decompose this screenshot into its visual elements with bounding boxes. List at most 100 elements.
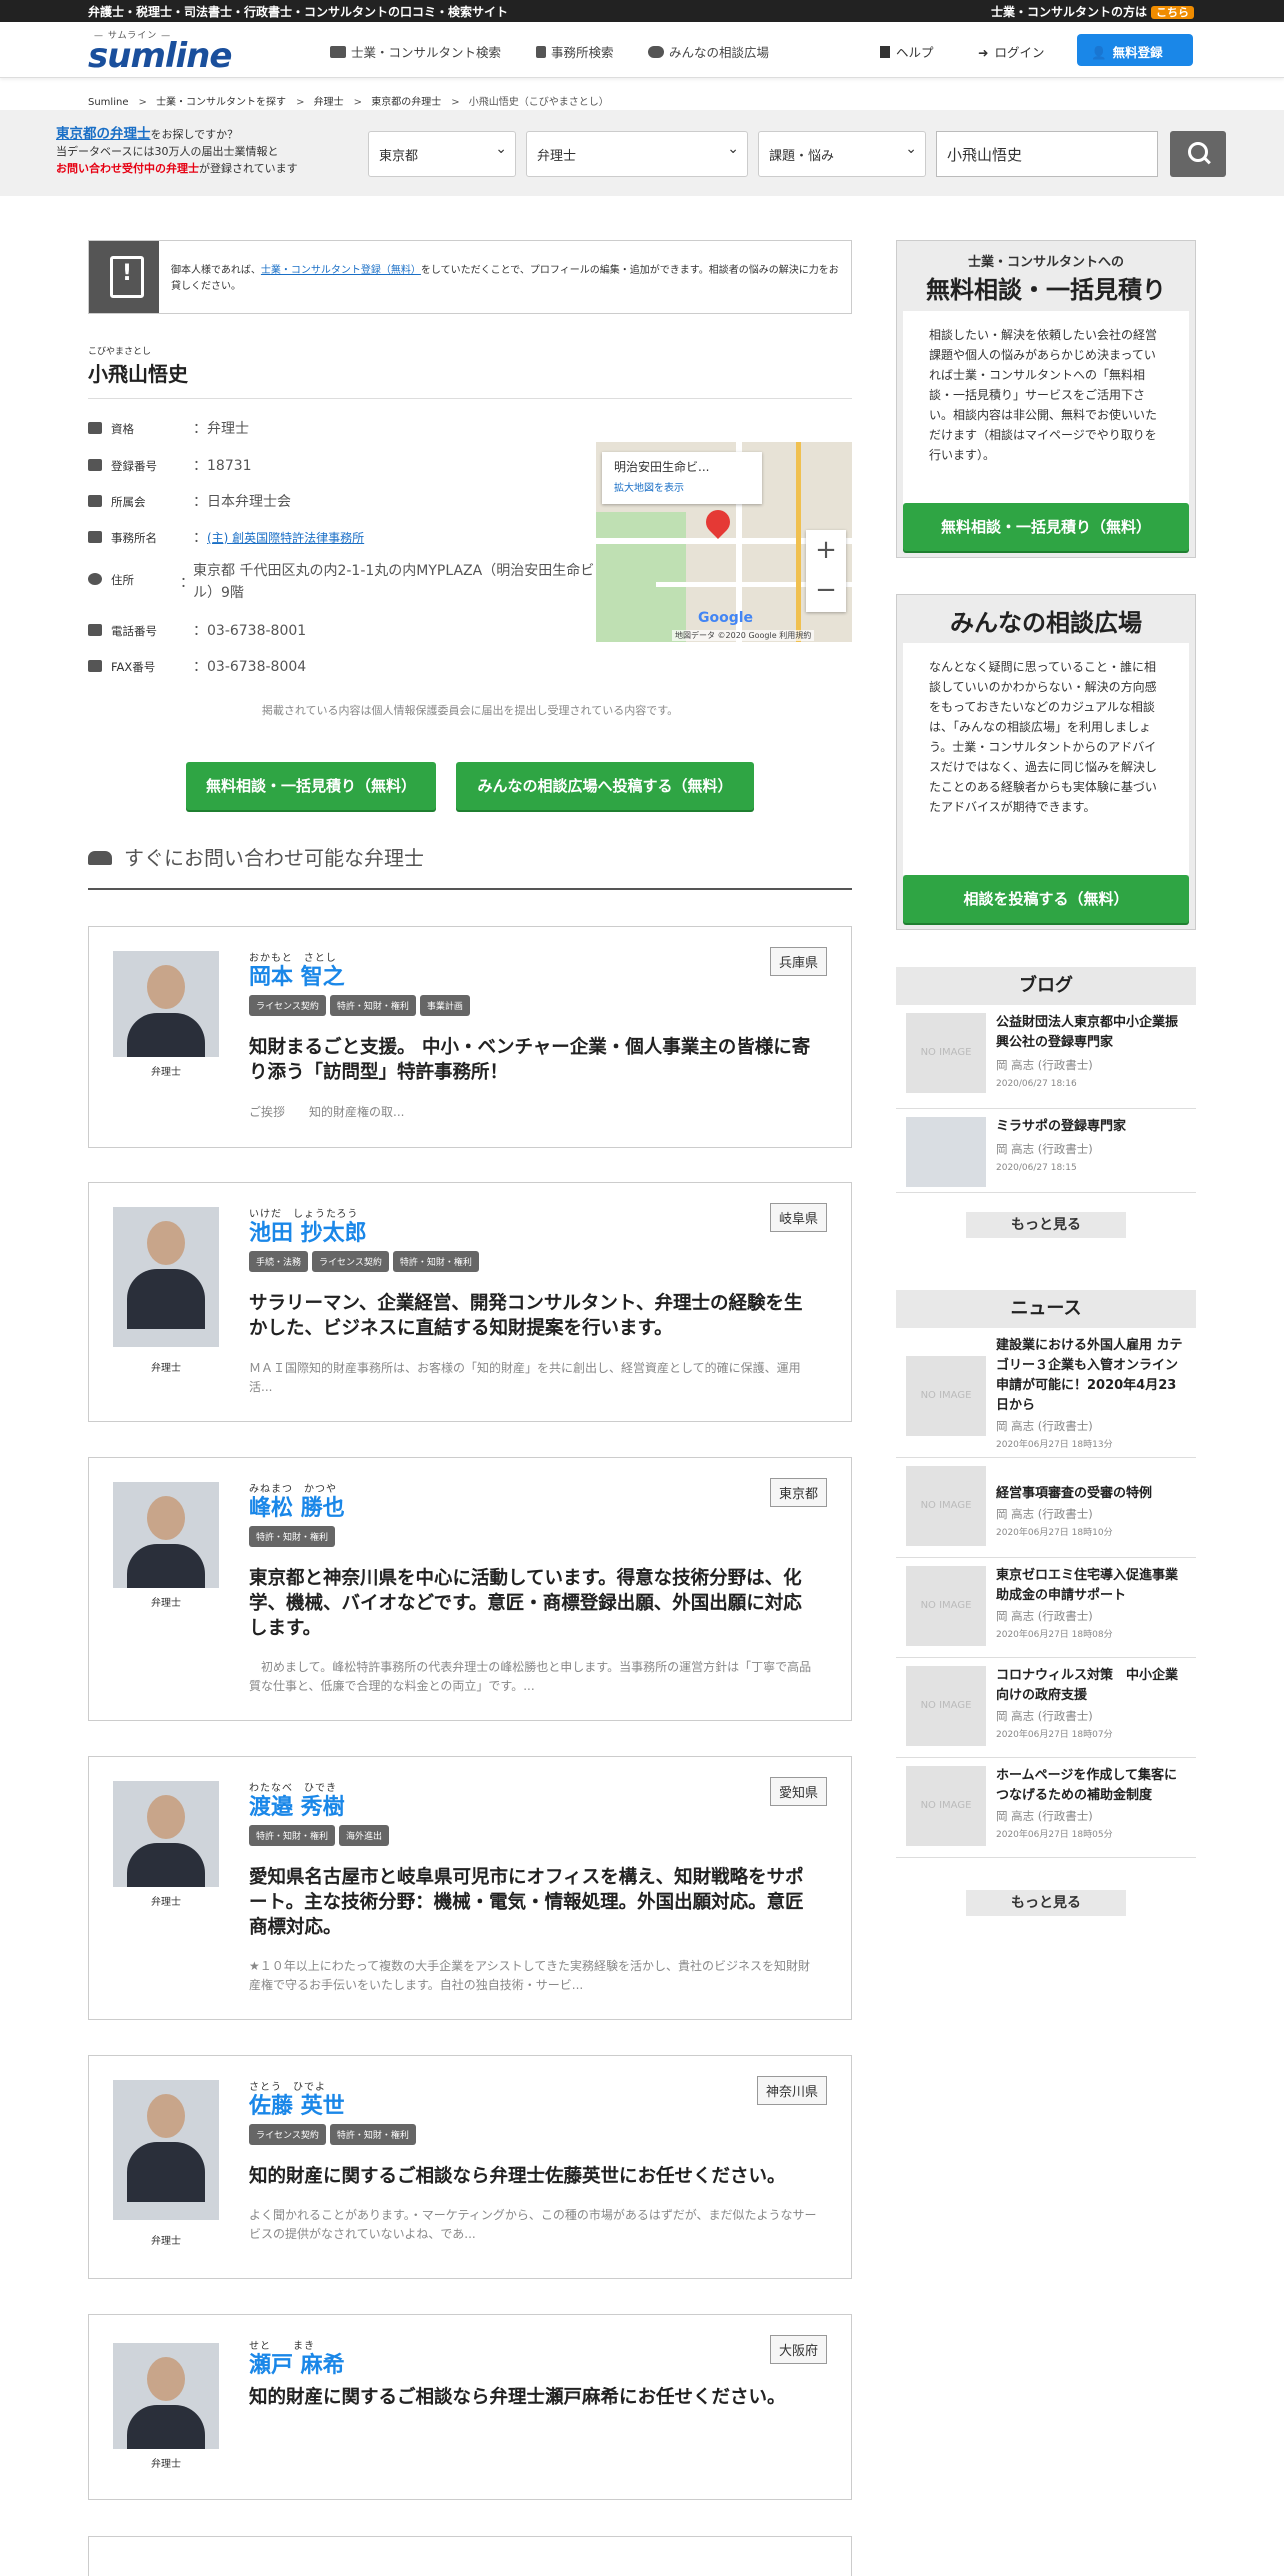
prefecture-badge: 兵庫県 — [769, 947, 827, 976]
breadcrumb-home[interactable]: Sumline — [88, 97, 128, 108]
topic-select[interactable]: 課題・悩み — [758, 131, 926, 177]
here-badge[interactable]: こちら — [1151, 6, 1194, 19]
attorney-name[interactable]: 瀬戸 麻希 — [249, 2347, 345, 2379]
attorney-card[interactable]: 弁理士 さとう ひでよ 佐藤 英世 神奈川県 ライセンス契約 特許・知財・権利 知… — [88, 2055, 852, 2279]
attorney-headline: 知財まるごと支援。 中小・ベンチャー企業・個人事業主の皆様に寄り添う「訪問型」特… — [249, 1037, 811, 1083]
attorney-name[interactable]: 池田 抄太郎 — [249, 1215, 367, 1247]
profile-name: 小飛山悟史 — [88, 362, 188, 386]
prefecture-badge: 岐阜県 — [769, 1203, 827, 1232]
tag: ライセンス契約 — [312, 1251, 389, 1272]
tokyo-attorney-link[interactable]: 東京都の弁理士 — [56, 126, 151, 142]
login-button[interactable]: ➜ ログイン — [964, 34, 1059, 66]
people-icon — [330, 46, 346, 58]
no-image-thumbnail: NO IMAGE — [906, 1466, 986, 1546]
divider — [88, 398, 852, 399]
phone-icon — [88, 624, 102, 636]
profile-ruby: こびやまさとし — [88, 347, 152, 357]
building-icon — [88, 531, 102, 543]
map-zoom-control[interactable]: + − — [806, 530, 846, 612]
phone-row: 電話番号 ：03-6738-8001 — [88, 620, 306, 640]
enlarge-map-link[interactable]: 拡大地図を表示 — [614, 479, 750, 494]
attorney-description: 初めまして。峰松特許事務所の代表弁理士の峰松勝也と申します。当事務所の運営方針は… — [249, 1660, 812, 1693]
attorney-photo — [113, 1207, 219, 1347]
news-heading: ニュース — [896, 1290, 1196, 1328]
attorney-photo — [113, 2080, 219, 2220]
prefecture-select[interactable]: 東京都 — [368, 131, 516, 177]
attorney-name[interactable]: 渡邉 秀樹 — [249, 1789, 345, 1821]
blog-item[interactable]: NO IMAGE 公益財団法人東京都中小企業振興公社の登録専門家 岡 高志 (行… — [896, 1005, 1196, 1109]
attorney-headline: 知的財産に関するご相談なら弁理士瀬戸麻希にお任せください。 — [249, 2387, 786, 2408]
register-button[interactable]: 👤 無料登録 — [1077, 34, 1193, 66]
association-row: 所属会 ：日本弁理士会 — [88, 491, 291, 511]
attorney-card[interactable] — [88, 2536, 852, 2576]
office-map[interactable]: 明治安田生命ビ... 拡大地図を表示 + − Google 地図データ ©2020 … — [596, 442, 852, 642]
no-image-thumbnail: NO IMAGE — [906, 1356, 986, 1436]
map-pin-icon — [701, 505, 735, 539]
search-button[interactable] — [1170, 131, 1226, 177]
blog-more-button[interactable]: もっと見る — [966, 1212, 1126, 1238]
help-button[interactable]: ヘルプ — [866, 34, 948, 66]
attorney-description: ★１０年以上にわたって複数の大手企業をアシストしてきた実務経験を活かし、貴社のビ… — [249, 1959, 810, 1992]
news-more-button[interactable]: もっと見る — [966, 1890, 1126, 1916]
alert-icon — [89, 241, 159, 313]
attorney-photo — [113, 2343, 219, 2449]
user-plus-icon: 👤 — [1091, 45, 1107, 60]
chat-icon — [648, 46, 664, 58]
site-header: — サムライン — sumline 士業・コンサルタント検索 事務所検索 みんな… — [0, 22, 1284, 78]
estimate-button[interactable]: 無料相談・一括見積り（無料） — [186, 762, 436, 810]
map-popup: 明治安田生命ビ... 拡大地図を表示 — [602, 452, 762, 504]
attorney-card[interactable]: 弁理士 いけだ しょうたろう 池田 抄太郎 岐阜県 手続・法務 ライセンス契約 特許… — [88, 1182, 852, 1422]
search-input[interactable]: 小飛山悟史 — [936, 131, 1158, 177]
profession-select[interactable]: 弁理士 — [526, 131, 748, 177]
attorney-name[interactable]: 峰松 勝也 — [249, 1490, 345, 1522]
breadcrumb-tokyo[interactable]: 東京都の弁理士 — [371, 97, 441, 108]
forum-post-button[interactable]: みんなの相談広場へ投稿する（無料） — [456, 762, 754, 810]
attorney-headline: 愛知県名古屋市と岐阜県可児市にオフィスを構え、知財戦略をサポート。主な技術分野：… — [249, 1867, 804, 1938]
news-item[interactable]: NO IMAGE コロナウィルス対策 中小企業向けの政府支援 岡 高志 (行政書… — [896, 1658, 1196, 1758]
blog-heading: ブログ — [896, 967, 1196, 1005]
attorney-card[interactable]: 弁理士 おかもと さとし 岡本 智之 兵庫県 ライセンス契約 特許・知財・権利 事業… — [88, 926, 852, 1148]
group-icon — [88, 495, 102, 507]
news-item[interactable]: NO IMAGE ホームページを作成して集客につなげるための補助金制度 岡 高志… — [896, 1758, 1196, 1858]
tag: 手続・法務 — [249, 1251, 309, 1272]
attorney-description: ＭＡＩ国際知的財産事務所は、お客様の「知的財産」を共に創出し、経営資産として的確… — [249, 1361, 801, 1394]
news-item[interactable]: NO IMAGE 東京ゼロエミ住宅導入促進事業 助成金の申請サポート 岡 高志 … — [896, 1558, 1196, 1658]
sumline-logo[interactable]: — サムライン — sumline — [88, 28, 232, 76]
attorney-name[interactable]: 岡本 智之 — [249, 959, 345, 991]
tag: ライセンス契約 — [249, 995, 326, 1016]
attorney-name[interactable]: 佐藤 英世 — [249, 2088, 345, 2120]
blog-thumbnail — [906, 1117, 986, 1187]
office-link[interactable]: (主) 創英国際特許法律事務所 — [207, 531, 364, 545]
attorney-card[interactable]: 弁理士 せと まき 瀬戸 麻希 大阪府 知的財産に関するご相談なら弁理士瀬戸麻希… — [88, 2314, 852, 2500]
site-tagline: 弁護士・税理士・司法書士・行政書士・コンサルタントの口コミ・検索サイト — [88, 5, 509, 19]
tag: 海外進出 — [339, 1825, 390, 1846]
logo-wordmark: sumline — [88, 36, 232, 76]
attorney-card[interactable]: 弁理士 わたなべ ひでき 渡邉 秀樹 愛知県 特許・知財・権利 海外進出 愛知県名… — [88, 1756, 852, 2020]
fax-row: FAX番号 ：03-6738-8004 — [88, 656, 306, 676]
no-image-thumbnail: NO IMAGE — [906, 1766, 986, 1846]
breadcrumb-search[interactable]: 士業・コンサルタントを探す — [156, 97, 286, 108]
attorney-photo — [113, 1482, 219, 1588]
estimate-sidebar-button[interactable]: 無料相談・一括見積り（無料） — [903, 503, 1189, 551]
news-item[interactable]: NO IMAGE 建設業における外国人雇用 カテゴリー３企業も入管オンライン申請… — [896, 1328, 1196, 1458]
nav-professional-search[interactable]: 士業・コンサルタント検索 — [330, 42, 501, 61]
no-image-thumbnail: NO IMAGE — [906, 1566, 986, 1646]
id-card-icon — [88, 459, 102, 471]
blog-item[interactable]: ミラサポの登録専門家 岡 高志 (行政書士) 2020/06/27 18:15 — [896, 1109, 1196, 1193]
forum-sidebar-button[interactable]: 相談を投稿する（無料） — [903, 875, 1189, 923]
claim-profile-notice: 御本人様であれば、士業・コンサルタント登録（無料）をしていただくことで、プロフィ… — [88, 240, 852, 314]
register-link[interactable]: 士業・コンサルタント登録（無料） — [261, 265, 421, 276]
professional-link[interactable]: 士業・コンサルタントの方は こちら — [991, 3, 1194, 20]
building-icon — [536, 46, 546, 58]
nav-office-search[interactable]: 事務所検索 — [536, 42, 614, 61]
attorney-card[interactable]: 弁理士 みねまつ かつや 峰松 勝也 東京都 特許・知財・権利 東京都と神奈川県… — [88, 1457, 852, 1721]
fax-icon — [88, 660, 102, 672]
office-row: 事務所名 ：(主) 創英国際特許法律事務所 — [88, 527, 364, 547]
nav-forum[interactable]: みんなの相談広場 — [648, 42, 769, 61]
news-item[interactable]: NO IMAGE 経営事項審査の受審の特例 岡 高志 (行政書士) 2020年06… — [896, 1458, 1196, 1558]
top-bar: 弁護士・税理士・司法書士・行政書士・コンサルタントの口コミ・検索サイト 士業・コ… — [0, 0, 1284, 22]
map-copyright: 地図データ ©2020 Google 利用規約 — [672, 630, 815, 641]
breadcrumb-current: 小飛山悟史（こびやまさとし） — [468, 97, 609, 108]
breadcrumb-patent-attorney[interactable]: 弁理士 — [314, 97, 344, 108]
tag: 特許・知財・権利 — [249, 1825, 336, 1846]
